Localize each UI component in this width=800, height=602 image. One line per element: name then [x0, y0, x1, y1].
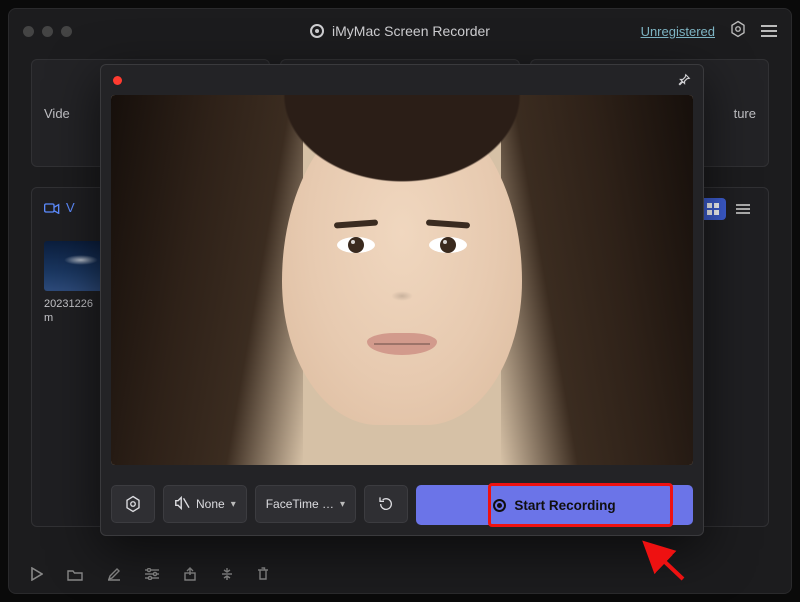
edit-icon[interactable] — [107, 567, 121, 581]
app-title: iMyMac Screen Recorder — [310, 23, 490, 39]
titlebar: iMyMac Screen Recorder Unregistered — [9, 9, 791, 53]
start-recording-label: Start Recording — [514, 498, 615, 513]
view-list-button[interactable] — [730, 198, 756, 220]
unregistered-link[interactable]: Unregistered — [641, 24, 715, 39]
compress-icon[interactable] — [221, 567, 233, 581]
start-recording-button[interactable]: Start Recording — [416, 485, 693, 525]
portrait-face — [282, 105, 522, 425]
delete-icon[interactable] — [257, 567, 269, 581]
view-toggle — [700, 198, 756, 220]
audio-source-label: None — [196, 497, 225, 511]
settings-icon[interactable] — [729, 20, 747, 43]
tab-video-label: Vide — [44, 106, 70, 121]
camera-source-label: FaceTime … — [266, 497, 334, 511]
camera-source-dropdown[interactable]: FaceTime … ▾ — [255, 485, 356, 523]
webcam-recorder-dialog: None ▾ FaceTime … ▾ Start Recording — [100, 64, 704, 536]
play-icon[interactable] — [31, 567, 43, 581]
zoom-dot-icon[interactable] — [61, 26, 72, 37]
adjust-icon[interactable] — [145, 568, 159, 580]
camera-preview — [111, 95, 693, 465]
app-logo-icon — [310, 24, 324, 38]
window-controls[interactable] — [23, 26, 72, 37]
chevron-down-icon: ▾ — [231, 499, 236, 510]
reset-button[interactable] — [364, 485, 408, 523]
folder-icon[interactable] — [67, 568, 83, 581]
audio-source-dropdown[interactable]: None ▾ — [163, 485, 247, 523]
recorder-settings-button[interactable] — [111, 485, 155, 523]
chevron-down-icon: ▾ — [340, 499, 345, 510]
minimize-dot-icon[interactable] — [42, 26, 53, 37]
pin-icon[interactable] — [677, 73, 691, 92]
dialog-header — [101, 65, 703, 95]
recording-indicator-icon — [113, 76, 122, 85]
export-icon[interactable] — [183, 567, 197, 581]
record-icon — [493, 499, 506, 512]
tab-capture-label: ture — [734, 106, 756, 121]
bottom-toolbar — [31, 567, 769, 581]
library-header-text: V — [66, 200, 75, 215]
dialog-toolbar: None ▾ FaceTime … ▾ Start Recording — [101, 475, 703, 535]
audio-muted-icon — [174, 496, 190, 513]
menu-icon[interactable] — [761, 25, 777, 37]
app-title-text: iMyMac Screen Recorder — [332, 23, 490, 39]
close-dot-icon[interactable] — [23, 26, 34, 37]
